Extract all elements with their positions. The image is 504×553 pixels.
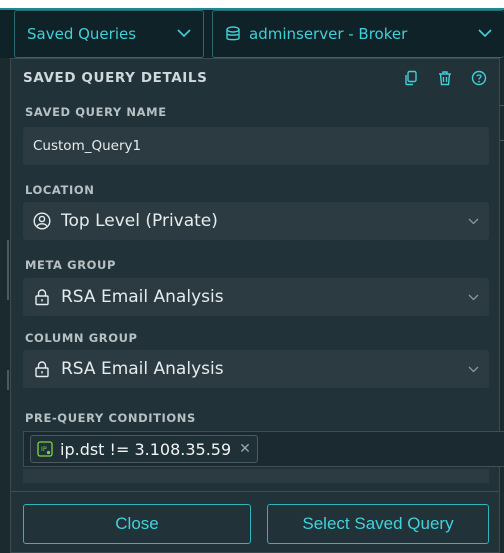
condition-text: ip.dst != 3.108.35.59	[60, 439, 232, 459]
svg-text:IP: IP	[41, 445, 47, 453]
meta-key-icon: IP	[37, 441, 53, 457]
chevron-down-icon	[468, 290, 479, 304]
service-label: adminserver - Broker	[249, 25, 408, 43]
lock-icon	[33, 288, 51, 306]
column-group-label: COLUMN GROUP	[25, 331, 138, 345]
footer-divider	[11, 491, 499, 492]
user-icon	[33, 212, 51, 230]
meta-group-label: META GROUP	[25, 258, 116, 272]
location-select[interactable]: Top Level (Private)	[23, 202, 489, 240]
query-toolbar: Saved Queries adminserver - Broker	[0, 8, 504, 58]
column-group-select[interactable]: RSA Email Analysis	[23, 350, 489, 388]
service-dropdown[interactable]: adminserver - Broker	[212, 10, 504, 58]
close-button[interactable]: Close	[23, 504, 251, 544]
background-divider	[7, 370, 9, 390]
meta-group-select[interactable]: RSA Email Analysis	[23, 278, 489, 316]
remove-condition-icon[interactable]: ✕	[239, 441, 251, 457]
help-icon[interactable]	[471, 70, 487, 86]
panel-title: SAVED QUERY DETAILS	[23, 70, 208, 86]
pre-query-conditions-label: PRE-QUERY CONDITIONS	[25, 411, 196, 425]
chevron-down-icon	[468, 214, 479, 228]
saved-queries-dropdown[interactable]: Saved Queries	[14, 10, 204, 58]
panel-header: SAVED QUERY DETAILS	[11, 59, 499, 97]
location-label: LOCATION	[25, 183, 95, 197]
lock-icon	[33, 360, 51, 378]
chevron-down-icon	[177, 27, 191, 41]
trash-icon[interactable]	[437, 70, 453, 86]
location-value: Top Level (Private)	[61, 211, 218, 231]
saved-queries-label: Saved Queries	[27, 25, 137, 43]
saved-query-name-value: Custom_Query1	[33, 138, 142, 154]
conditions-scroll-area	[23, 469, 489, 483]
chevron-down-icon	[478, 27, 492, 41]
copy-icon[interactable]	[403, 70, 419, 86]
saved-query-name-label: SAVED QUERY NAME	[25, 105, 167, 119]
database-icon	[225, 26, 241, 42]
saved-query-details-panel: SAVED QUERY DETAILS SAVED QUERY NAME Cus…	[10, 58, 504, 553]
background-divider	[7, 240, 9, 300]
select-saved-query-button[interactable]: Select Saved Query	[267, 504, 489, 544]
saved-query-name-field[interactable]: Custom_Query1	[23, 127, 489, 165]
column-group-value: RSA Email Analysis	[61, 359, 224, 379]
meta-group-value: RSA Email Analysis	[61, 287, 224, 307]
pre-query-conditions-field[interactable]: IP ip.dst != 3.108.35.59 ✕	[23, 431, 504, 467]
condition-pill[interactable]: IP ip.dst != 3.108.35.59 ✕	[30, 435, 258, 463]
chevron-down-icon	[468, 362, 479, 376]
